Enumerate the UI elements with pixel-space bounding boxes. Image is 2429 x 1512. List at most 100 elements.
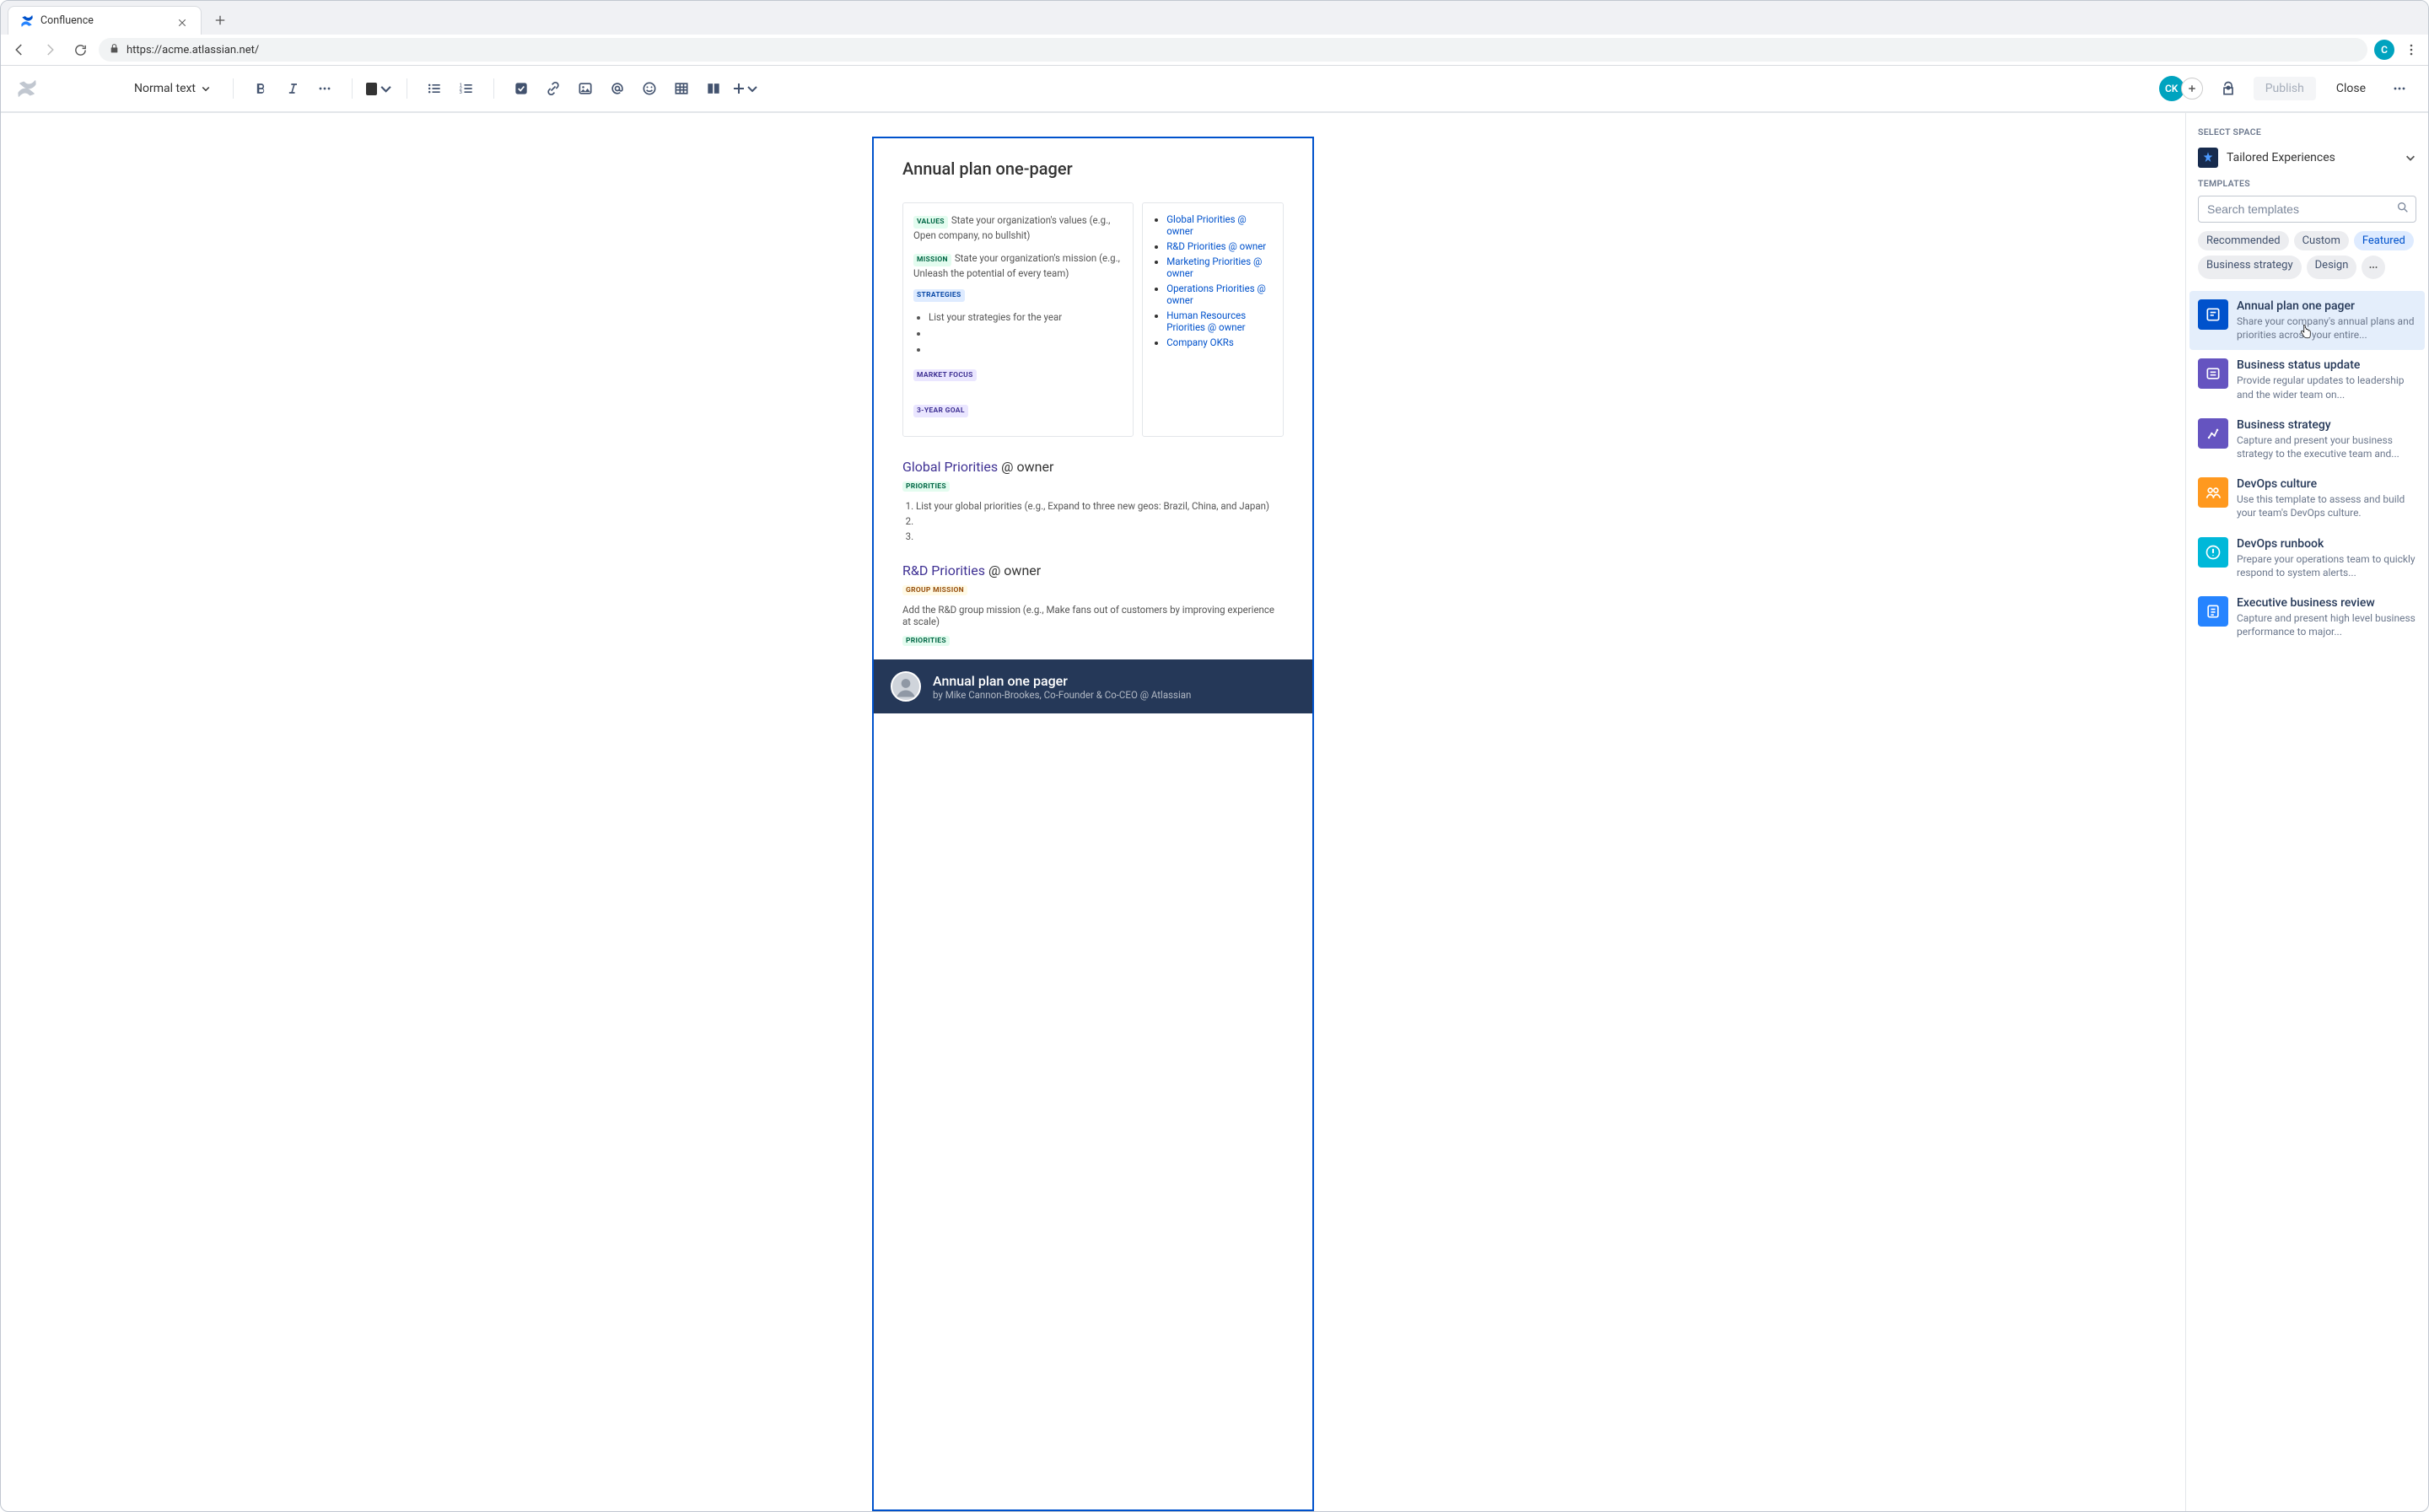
select-space-label: SELECT SPACE — [2198, 126, 2416, 137]
space-selector[interactable]: Tailored Experiences — [2189, 144, 2425, 178]
template-name: Business status update — [2237, 358, 2416, 372]
reload-button[interactable] — [68, 38, 92, 62]
link-item[interactable]: Marketing Priorities @ owner — [1166, 256, 1262, 279]
template-byline: by Mike Cannon-Brookes, Co-Founder & Co-… — [933, 689, 1191, 701]
more-formatting-icon[interactable] — [311, 75, 338, 102]
lock-icon — [109, 43, 120, 57]
template-item-business-status[interactable]: Business status update Provide regular u… — [2189, 350, 2425, 409]
chevron-down-icon — [2405, 152, 2416, 164]
text-style-label: Normal text — [134, 82, 196, 95]
chip-design[interactable]: Design — [2307, 256, 2357, 279]
template-icon — [2198, 418, 2228, 449]
template-icon — [2198, 358, 2228, 389]
link-item[interactable]: Operations Priorities @ owner — [1166, 282, 1266, 306]
template-title: Annual plan one pager — [933, 673, 1191, 689]
link-item[interactable]: Global Priorities @ owner — [1166, 213, 1247, 237]
chip-business-strategy[interactable]: Business strategy — [2198, 256, 2302, 279]
profile-avatar[interactable]: C — [2374, 40, 2394, 60]
link-item[interactable]: R&D Priorities @ owner — [1166, 240, 1266, 252]
editor-toolbar: Normal text 123 CK Publish Close — [1, 66, 2428, 113]
priority-item: List your global priorities (e.g., Expan… — [916, 500, 1284, 512]
template-list: Annual plan one pager Share your company… — [2189, 288, 2425, 650]
template-icon — [2198, 299, 2228, 330]
address-bar[interactable]: https://acme.atlassian.net/ — [99, 38, 2367, 62]
browser-menu-icon[interactable] — [2401, 43, 2421, 56]
numbered-list-button[interactable]: 123 — [453, 75, 480, 102]
publish-button: Publish — [2254, 77, 2316, 100]
page-preview: Annual plan one-pager VALUESState your o… — [872, 137, 1314, 1511]
link-item[interactable]: Company OKRs — [1166, 336, 1234, 348]
priorities-tag: PRIORITIES — [902, 636, 950, 646]
bold-button[interactable] — [247, 75, 274, 102]
layouts-button[interactable] — [700, 75, 727, 102]
more-actions-icon[interactable] — [2386, 75, 2413, 102]
text-style-dropdown[interactable]: Normal text — [126, 77, 219, 100]
search-templates-input[interactable] — [2198, 196, 2416, 223]
section-heading: Global Priorities @ owner — [902, 459, 1284, 475]
goal-tag: 3-YEAR GOAL — [913, 405, 968, 417]
chevron-down-icon — [746, 80, 759, 97]
template-desc: Provide regular updates to leadership an… — [2237, 374, 2416, 401]
new-tab-button[interactable] — [208, 8, 232, 32]
market-focus-tag: MARKET FOCUS — [913, 369, 977, 382]
action-item-button[interactable] — [508, 75, 535, 102]
template-name: Executive business review — [2237, 596, 2416, 610]
template-desc: Capture and present high level business … — [2237, 611, 2416, 638]
close-tab-icon[interactable] — [177, 15, 189, 27]
group-mission-tag: GROUP MISSION — [902, 585, 967, 595]
section-heading: R&D Priorities @ owner — [902, 562, 1284, 578]
template-desc: Share your company's annual plans and pr… — [2237, 315, 2416, 342]
chip-recommended[interactable]: Recommended — [2198, 231, 2289, 250]
left-column: VALUESState your organization's values (… — [902, 202, 1134, 437]
priorities-tag: PRIORITIES — [902, 482, 950, 492]
priority-item — [916, 530, 1284, 542]
template-item-business-strategy[interactable]: Business strategy Capture and present yo… — [2189, 410, 2425, 469]
chevron-down-icon — [379, 80, 393, 97]
tab-title: Confluence — [40, 14, 170, 27]
browser-tab[interactable]: Confluence — [8, 6, 202, 35]
strategy-item — [929, 342, 1123, 357]
chip-custom[interactable]: Custom — [2294, 231, 2349, 250]
template-item-executive-review[interactable]: Executive business review Capture and pr… — [2189, 588, 2425, 647]
italic-button[interactable] — [279, 75, 306, 102]
forward-button — [38, 38, 62, 62]
search-icon — [2396, 201, 2410, 218]
link-button[interactable] — [540, 75, 567, 102]
template-icon — [2198, 596, 2228, 627]
template-icon — [2198, 537, 2228, 568]
browser-chrome: Confluence https://acme.atlassian.net/ C — [1, 1, 2428, 66]
templates-panel: SELECT SPACE Tailored Experiences TEMPLA… — [2185, 113, 2428, 1511]
close-button[interactable]: Close — [2328, 77, 2374, 100]
insert-button[interactable] — [732, 75, 759, 102]
confluence-logo-icon[interactable] — [16, 78, 38, 100]
url-text: https://acme.atlassian.net/ — [127, 44, 259, 56]
table-button[interactable] — [668, 75, 695, 102]
text-color-button[interactable] — [366, 75, 393, 102]
add-collaborator-button[interactable] — [2181, 78, 2203, 100]
editor-canvas[interactable]: Annual plan one-pager VALUESState your o… — [1, 113, 2185, 1511]
link-item[interactable]: Human Resources Priorities @ owner — [1166, 309, 1246, 333]
template-name: Business strategy — [2237, 418, 2416, 432]
template-item-devops-runbook[interactable]: DevOps runbook Prepare your operations t… — [2189, 529, 2425, 588]
author-avatar — [891, 671, 921, 702]
confluence-favicon-icon — [20, 14, 34, 28]
mention-button[interactable] — [604, 75, 631, 102]
template-desc: Use this template to assess and build yo… — [2237, 492, 2416, 519]
template-desc: Capture and present your business strate… — [2237, 433, 2416, 460]
template-item-annual-plan[interactable]: Annual plan one pager Share your company… — [2189, 291, 2425, 350]
right-column-links: Global Priorities @ owner R&D Priorities… — [1142, 202, 1284, 437]
space-name: Tailored Experiences — [2227, 151, 2396, 164]
chevron-down-icon — [201, 83, 211, 94]
bullet-list-button[interactable] — [421, 75, 448, 102]
restrictions-icon[interactable] — [2215, 75, 2242, 102]
image-button[interactable] — [572, 75, 599, 102]
back-button[interactable] — [8, 38, 31, 62]
template-desc: Prepare your operations team to quickly … — [2237, 552, 2416, 579]
values-tag: VALUES — [913, 216, 948, 229]
template-item-devops-culture[interactable]: DevOps culture Use this template to asse… — [2189, 469, 2425, 528]
emoji-button[interactable] — [636, 75, 663, 102]
chip-more-icon[interactable] — [2362, 256, 2385, 279]
templates-label: TEMPLATES — [2198, 178, 2416, 189]
strategy-item: List your strategies for the year — [929, 310, 1123, 325]
chip-featured[interactable]: Featured — [2354, 231, 2414, 250]
